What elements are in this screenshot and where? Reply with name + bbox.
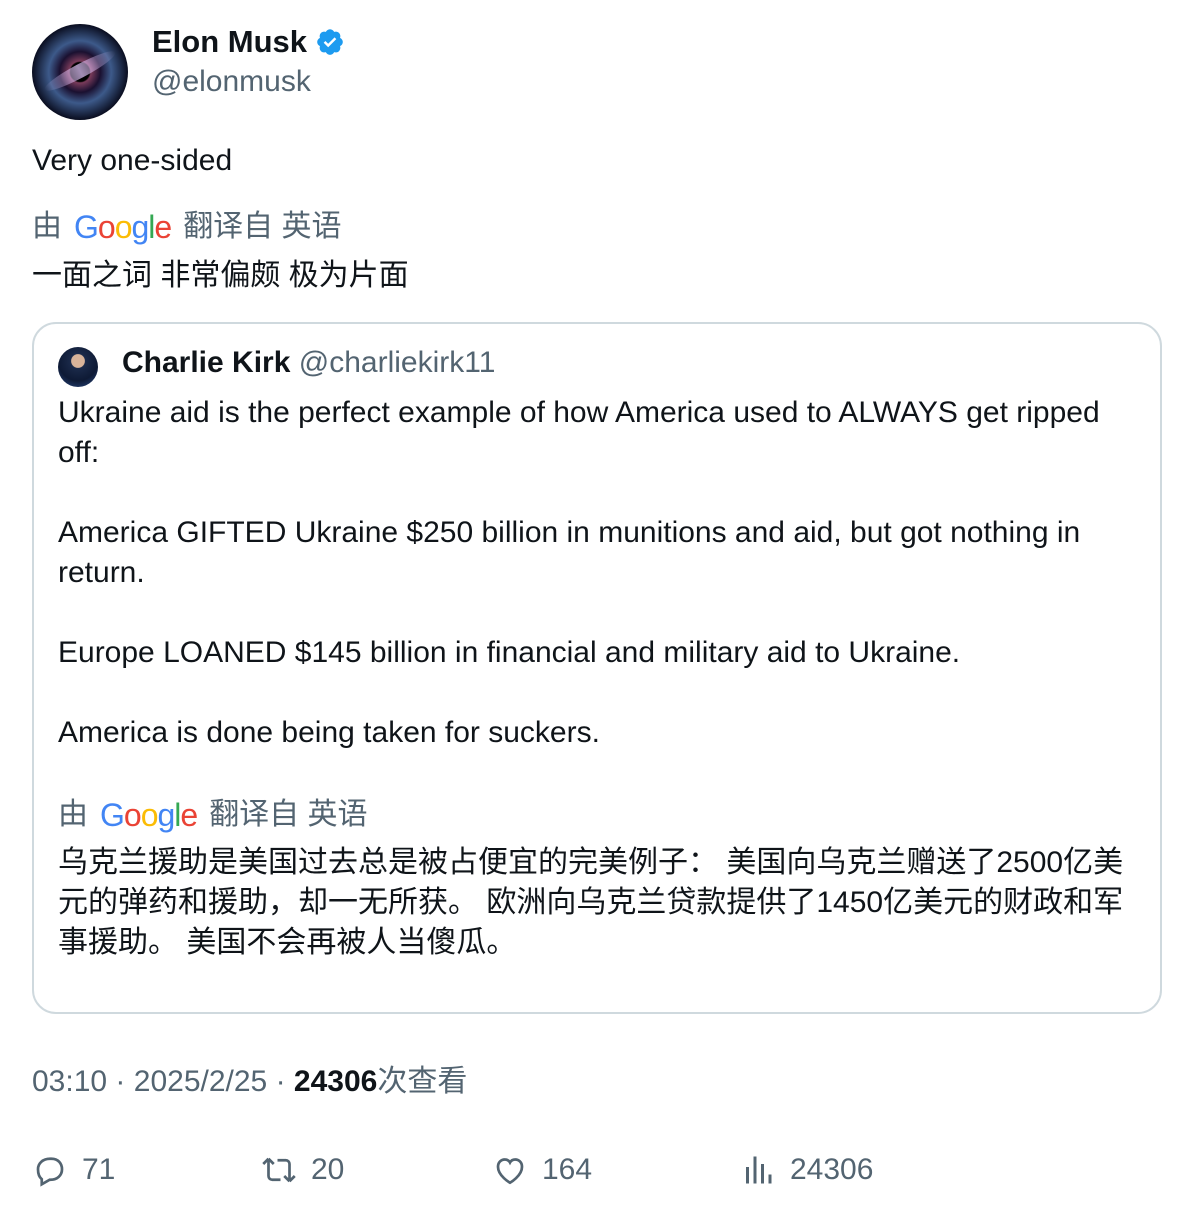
quoted-paragraph: Ukraine aid is the perfect example of ho… bbox=[58, 396, 1100, 469]
quoted-author-avatar[interactable] bbox=[58, 347, 98, 387]
view-label: 次查看 bbox=[377, 1065, 468, 1098]
meta-separator: · bbox=[275, 1065, 286, 1098]
author-avatar[interactable] bbox=[32, 24, 128, 120]
quoted-tweet-text: Ukraine aid is the perfect example of ho… bbox=[58, 393, 1138, 793]
translation-attribution: 由 Google 翻译自 英语 bbox=[32, 207, 342, 247]
meta-separator: · bbox=[115, 1065, 126, 1098]
translation-suffix: 翻译自 英语 bbox=[209, 798, 368, 831]
reply-icon bbox=[36, 1157, 64, 1187]
retweet-count: 20 bbox=[311, 1153, 345, 1186]
author-name-text[interactable]: Elon Musk bbox=[152, 22, 307, 62]
retweet-button[interactable]: 20 bbox=[261, 1150, 344, 1190]
like-button[interactable]: 164 bbox=[492, 1150, 592, 1190]
translated-text: 一面之词 非常偏颇 极为片面 bbox=[32, 259, 409, 292]
reply-button[interactable]: 71 bbox=[32, 1150, 115, 1190]
google-logo: Google bbox=[100, 797, 198, 833]
quoted-paragraph: America is done being taken for suckers. bbox=[58, 716, 600, 749]
tweet-date[interactable]: 2025/2/25 bbox=[134, 1065, 267, 1098]
views-button[interactable]: 24306 bbox=[740, 1150, 873, 1190]
author-handle[interactable]: @elonmusk bbox=[152, 62, 311, 102]
reply-count: 71 bbox=[82, 1153, 116, 1186]
views-icon bbox=[746, 1156, 772, 1184]
tweet-meta: 03:10 · 2025/2/25 · 24306次查看 bbox=[32, 1062, 467, 1102]
verified-badge-icon bbox=[317, 29, 343, 55]
like-count: 164 bbox=[542, 1153, 593, 1186]
views-count: 24306 bbox=[790, 1153, 874, 1186]
quoted-paragraph: America GIFTED Ukraine $250 billion in m… bbox=[58, 516, 1081, 589]
quoted-paragraph: Europe LOANED $145 billion in financial … bbox=[58, 636, 961, 669]
tweet-time[interactable]: 03:10 bbox=[32, 1065, 107, 1098]
google-logo: Google bbox=[74, 209, 172, 245]
quoted-author-name: Charlie Kirk bbox=[122, 346, 291, 379]
translation-prefix: 由 bbox=[58, 798, 88, 831]
quoted-translation-attribution: 由 Google 翻译自 英语 bbox=[58, 795, 368, 835]
author-name[interactable]: Elon Musk bbox=[152, 22, 345, 62]
translation-suffix: 翻译自 英语 bbox=[183, 210, 342, 243]
tweet-text: Very one-sided bbox=[32, 144, 233, 177]
like-icon bbox=[496, 1158, 524, 1185]
quoted-author-handle: @charliekirk11 bbox=[298, 346, 496, 379]
translation-prefix: 由 bbox=[32, 210, 62, 243]
retweet-icon bbox=[262, 1157, 296, 1183]
view-count: 24306 bbox=[293, 1065, 378, 1098]
quoted-translated-text: 乌克兰援助是美国过去总是被占便宜的完美例子： 美国向乌克兰赠送了2500亿美元的… bbox=[58, 846, 1124, 959]
quoted-author[interactable]: Charlie Kirk @charliekirk11 bbox=[122, 343, 495, 383]
